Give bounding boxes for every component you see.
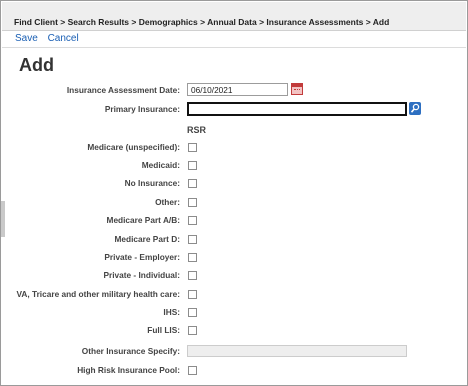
breadcrumb-text: Find Client > Search Results > Demograph… <box>14 17 390 27</box>
other-checkbox[interactable] <box>188 198 197 207</box>
primary-insurance-label: Primary Insurance: <box>104 104 180 114</box>
primary-insurance-input[interactable] <box>187 102 407 116</box>
checkbox-label: Other: <box>155 197 180 207</box>
no-insurance-checkbox[interactable] <box>188 179 197 188</box>
action-bar: Save Cancel <box>15 33 86 44</box>
save-link[interactable]: Save <box>15 33 38 44</box>
magnifier-lookup-icon[interactable] <box>409 102 421 115</box>
checkbox-label: Medicaid: <box>141 160 180 170</box>
medicaid-checkbox[interactable] <box>188 161 197 170</box>
checkbox-label: VA, Tricare and other military health ca… <box>16 289 180 299</box>
other-specify-field[interactable] <box>187 345 407 357</box>
other-specify-label: Other Insurance Specify: <box>81 346 180 356</box>
rsr-header: RSR <box>187 125 207 135</box>
assessment-date-input[interactable] <box>187 83 288 96</box>
medicare-part-ab-checkbox[interactable] <box>188 216 197 225</box>
checkbox-label: No Insurance: <box>124 178 180 188</box>
medicare-part-d-checkbox[interactable] <box>188 235 197 244</box>
checkbox-label: Private - Individual: <box>103 270 180 280</box>
checkbox-label: Medicare (unspecified): <box>87 142 180 152</box>
breadcrumb: Find Client > Search Results > Demograph… <box>2 2 466 31</box>
private-employer-checkbox[interactable] <box>188 253 197 262</box>
window-frame: Find Client > Search Results > Demograph… <box>0 0 468 386</box>
checkbox-label: Private - Employer: <box>104 252 180 262</box>
divider <box>2 47 466 48</box>
checkbox-label: Full LIS: <box>147 325 180 335</box>
high-risk-pool-checkbox[interactable] <box>188 366 197 375</box>
private-individual-checkbox[interactable] <box>188 271 197 280</box>
cancel-link[interactable]: Cancel <box>48 33 79 44</box>
checkbox-label: Medicare Part A/B: <box>106 215 180 225</box>
checkbox-label: IHS: <box>163 307 180 317</box>
high-risk-label: High Risk Insurance Pool: <box>77 365 180 375</box>
full-lis-checkbox[interactable] <box>188 326 197 335</box>
assessment-date-label: Insurance Assessment Date: <box>66 85 180 95</box>
calendar-icon[interactable] <box>291 83 303 95</box>
military-health-care-checkbox[interactable] <box>188 290 197 299</box>
resize-handle[interactable] <box>1 201 5 237</box>
page-title: Add <box>19 55 54 75</box>
medicare-unspecified-checkbox[interactable] <box>188 143 197 152</box>
ihs-checkbox[interactable] <box>188 308 197 317</box>
checkbox-label: Medicare Part D: <box>114 234 180 244</box>
